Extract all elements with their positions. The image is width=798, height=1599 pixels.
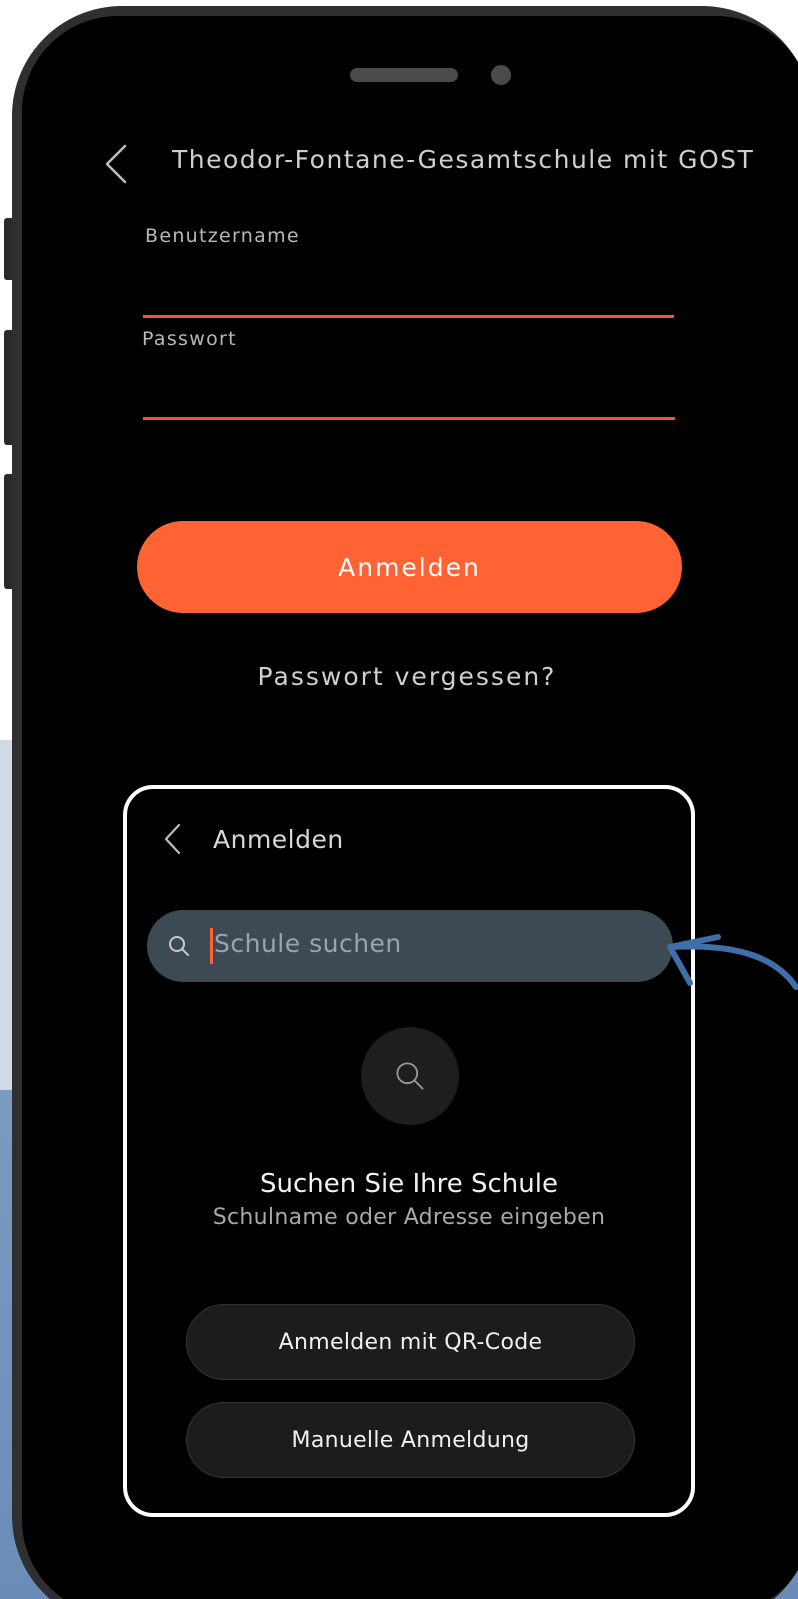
username-field[interactable] [143, 315, 674, 318]
empty-state-title: Suchen Sie Ihre Schule [260, 1169, 558, 1199]
school-search-input[interactable]: Schule suchen [147, 910, 673, 982]
password-field[interactable] [143, 417, 675, 420]
search-placeholder: Schule suchen [214, 929, 402, 958]
phone-speaker [350, 68, 458, 82]
empty-state-badge [361, 1027, 459, 1125]
phone-camera [491, 65, 511, 85]
chevron-left-icon[interactable] [163, 823, 181, 855]
page-title: Theodor-Fontane-Gesamtschule mit GOST [172, 145, 755, 174]
search-icon [169, 936, 189, 956]
empty-state-subtitle: Schulname oder Adresse eingeben [212, 1205, 606, 1230]
annotation-arrow [667, 934, 798, 990]
school-search-panel: Anmelden Schule suchen Suchen Sie Ihre S… [123, 785, 695, 1517]
username-label: Benutzername [145, 225, 300, 247]
forgot-password-link[interactable]: Passwort vergessen? [0, 662, 798, 691]
panel-title: Anmelden [213, 825, 344, 854]
manual-login-button[interactable]: Manuelle Anmeldung [186, 1402, 635, 1478]
qr-login-button[interactable]: Anmelden mit QR-Code [186, 1304, 635, 1380]
search-icon [396, 1062, 424, 1090]
password-label: Passwort [142, 328, 237, 350]
chevron-left-icon[interactable] [103, 143, 129, 185]
login-button[interactable]: Anmelden [137, 521, 682, 613]
text-cursor [210, 928, 213, 964]
